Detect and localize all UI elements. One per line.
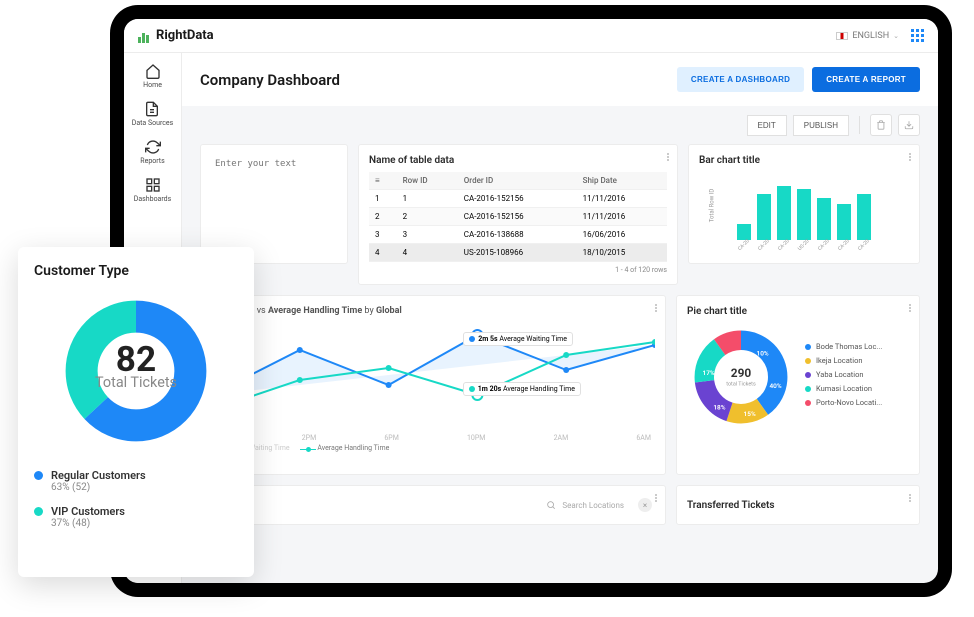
sidebar-item-label: Dashboards bbox=[134, 195, 171, 203]
tooltip-wait: 2m 5s Average Waiting Time bbox=[463, 332, 573, 346]
bar-chart bbox=[699, 174, 909, 240]
publish-button[interactable]: PUBLISH bbox=[793, 115, 849, 136]
more-menu-icon[interactable] bbox=[909, 494, 911, 502]
legend-item: VIP Customers 37% (48) bbox=[34, 505, 238, 529]
bar-x-axis: CA-2016CA-2016CA-2016US-2015CA-2014CA-20… bbox=[699, 240, 909, 248]
table-row[interactable]: 11CA-2016-15215611/11/2016 bbox=[369, 190, 667, 208]
create-dashboard-button[interactable]: CREATE A DASHBOARD bbox=[677, 67, 804, 92]
more-menu-icon[interactable] bbox=[909, 304, 911, 312]
more-menu-icon[interactable] bbox=[655, 494, 657, 502]
topbar-right: ENGLISH ⌄ bbox=[836, 29, 924, 42]
flag-icon bbox=[836, 32, 848, 40]
line-chart bbox=[211, 320, 655, 430]
svg-text:17%: 17% bbox=[703, 369, 715, 377]
header-actions: CREATE A DASHBOARD CREATE A REPORT bbox=[677, 67, 920, 92]
search-icon bbox=[546, 500, 556, 510]
delete-button[interactable] bbox=[870, 114, 892, 136]
text-card bbox=[200, 144, 348, 264]
table-row[interactable]: 44US-2015-10896618/10/2015 bbox=[369, 244, 667, 262]
svg-text:18%: 18% bbox=[713, 403, 725, 411]
card-title: …ting Time vs Average Handling Time by G… bbox=[211, 306, 655, 316]
data-table: ≡ Row ID Order ID Ship Date 11CA-2016-15… bbox=[369, 172, 667, 262]
clear-search-button[interactable]: × bbox=[638, 498, 652, 512]
line-chart-card: …ting Time vs Average Handling Time by G… bbox=[200, 295, 666, 475]
pie-chart: 10% 40% 15% 18% 17% 290 total Tickets bbox=[687, 323, 795, 431]
card-title: Transferred Tickets bbox=[687, 500, 775, 511]
legend-dot-icon bbox=[34, 471, 43, 480]
col-index: ≡ bbox=[369, 172, 397, 190]
text-input[interactable] bbox=[211, 155, 337, 245]
dashboard-grid: Name of table data ≡ Row ID Order ID Shi… bbox=[182, 144, 938, 583]
main-content: Company Dashboard CREATE A DASHBOARD CRE… bbox=[182, 53, 938, 583]
legend-item: Regular Customers 63% (52) bbox=[34, 469, 238, 493]
svg-text:40%: 40% bbox=[769, 382, 781, 390]
download-button[interactable] bbox=[898, 114, 920, 136]
card-title: Customer Type bbox=[34, 263, 238, 279]
svg-text:15%: 15% bbox=[744, 410, 756, 418]
page-header: Company Dashboard CREATE A DASHBOARD CRE… bbox=[182, 53, 938, 106]
svg-text:290: 290 bbox=[731, 366, 752, 380]
donut-legend: Regular Customers 63% (52) VIP Customers… bbox=[34, 469, 238, 529]
line-legend: …rage Waiting Time Average Handling Time bbox=[211, 444, 655, 452]
more-menu-icon[interactable] bbox=[655, 304, 657, 312]
col-header: Ship Date bbox=[577, 172, 667, 190]
svg-text:total Tickets: total Tickets bbox=[726, 382, 756, 388]
sidebar-item-dashboards[interactable]: Dashboards bbox=[134, 177, 171, 203]
more-menu-icon[interactable] bbox=[909, 153, 911, 161]
search-card: Search Locations × bbox=[200, 485, 666, 525]
line-x-axis: 10AM2PM6PM10PM2AM6AM bbox=[211, 434, 655, 442]
transferred-card: Transferred Tickets bbox=[676, 485, 920, 525]
search-input[interactable]: Search Locations bbox=[538, 496, 632, 514]
bar-ylabel: Total Row ID bbox=[708, 189, 715, 223]
table-card: Name of table data ≡ Row ID Order ID Shi… bbox=[358, 144, 678, 285]
brand-name: RightData bbox=[156, 28, 214, 43]
tooltip-handle: 1m 20s Average Handling Time bbox=[463, 382, 581, 396]
divider bbox=[859, 116, 860, 134]
language-label: ENGLISH bbox=[852, 31, 889, 41]
brand-icon bbox=[138, 29, 152, 43]
card-title: Bar chart title bbox=[699, 155, 909, 166]
sidebar-item-label: Reports bbox=[140, 157, 164, 165]
pie-legend: Bode Thomas Loc... Ikeja Location Yaba L… bbox=[805, 342, 882, 412]
table-footer: 1 - 4 of 120 rows bbox=[369, 262, 667, 274]
document-icon bbox=[144, 101, 160, 117]
page-title: Company Dashboard bbox=[200, 71, 340, 89]
legend-dot-icon bbox=[34, 507, 43, 516]
trash-icon bbox=[876, 120, 886, 130]
sidebar-item-reports[interactable]: Reports bbox=[140, 139, 164, 165]
search-placeholder: Search Locations bbox=[562, 501, 624, 510]
table-row[interactable]: 33CA-2016-13868816/06/2016 bbox=[369, 226, 667, 244]
sidebar-item-label: Home bbox=[143, 81, 162, 89]
sidebar-item-home[interactable]: Home bbox=[143, 63, 162, 89]
dashboard-icon bbox=[145, 177, 161, 193]
sidebar-item-data-sources[interactable]: Data Sources bbox=[132, 101, 174, 127]
col-header: Row ID bbox=[397, 172, 458, 190]
pie-chart-card: Pie chart title 10% 40 bbox=[676, 295, 920, 475]
bar-chart-card: Bar chart title Total Row ID bbox=[688, 144, 920, 264]
chevron-down-icon: ⌄ bbox=[893, 32, 899, 40]
language-selector[interactable]: ENGLISH ⌄ bbox=[836, 31, 899, 41]
subheader: EDIT PUBLISH bbox=[182, 106, 938, 144]
topbar: RightData ENGLISH ⌄ bbox=[124, 19, 938, 53]
donut-chart: 82 Total Tickets bbox=[56, 291, 216, 451]
card-title: Pie chart title bbox=[687, 306, 909, 317]
sidebar-item-label: Data Sources bbox=[132, 119, 174, 127]
home-icon bbox=[145, 63, 161, 79]
customer-type-card: Customer Type 82 Total Tickets Regular C… bbox=[18, 247, 254, 577]
more-menu-icon[interactable] bbox=[667, 153, 669, 161]
create-report-button[interactable]: CREATE A REPORT bbox=[812, 67, 920, 92]
brand[interactable]: RightData bbox=[138, 28, 214, 43]
apps-grid-icon[interactable] bbox=[911, 29, 924, 42]
col-header: Order ID bbox=[458, 172, 577, 190]
card-title: Name of table data bbox=[369, 155, 667, 166]
download-icon bbox=[904, 120, 914, 130]
refresh-icon bbox=[145, 139, 161, 155]
edit-button[interactable]: EDIT bbox=[747, 115, 787, 136]
svg-text:Total Tickets: Total Tickets bbox=[95, 374, 177, 391]
table-row[interactable]: 22CA-2016-15215611/11/2016 bbox=[369, 208, 667, 226]
svg-text:10%: 10% bbox=[757, 349, 769, 357]
